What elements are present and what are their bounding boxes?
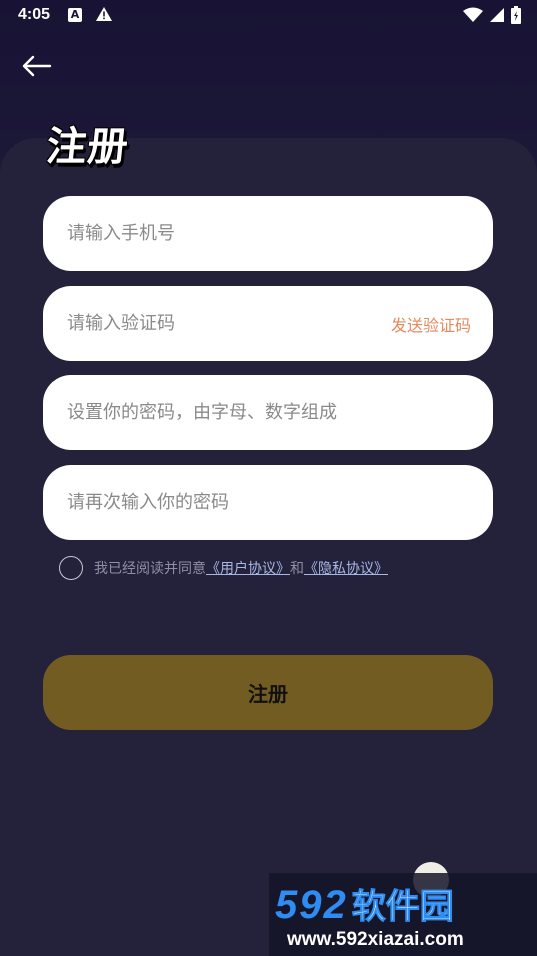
send-code-button[interactable]: 发送验证码 [391,312,471,336]
agreement-conjunction: 和 [290,561,304,577]
page-title: 注册 [44,124,131,170]
watermark-name: 软件园 [351,887,454,928]
phone-input[interactable] [65,222,369,245]
watermark: 592 软件园 www.592xiazai.com [269,873,537,956]
watermark-url: www.592xiazai.com [287,929,464,950]
password-input[interactable] [65,401,469,424]
agreement-prefix: 我已经阅读并同意 [94,561,206,577]
user-agreement-link[interactable]: 《用户协议》 [206,558,290,578]
wifi-icon [463,7,483,27]
register-button[interactable]: 注册 [43,655,493,730]
battery-icon [511,6,521,28]
status-time: 4:05 [18,6,51,23]
a-notification-icon: A [68,8,82,22]
agreement-checkbox[interactable] [59,556,83,580]
privacy-policy-link[interactable]: 《隐私协议》 [304,558,388,578]
watermark-number: 592 [275,883,348,927]
phone-field[interactable] [43,196,493,271]
confirm-password-field[interactable] [43,465,493,540]
status-icons [463,6,521,28]
confirm-password-input[interactable] [65,491,369,514]
verification-code-input[interactable] [65,312,369,335]
status-bar: 4:05 A [0,0,537,32]
back-arrow-icon[interactable] [20,52,52,80]
agreement-row: 我已经阅读并同意 《用户协议》 和 《隐私协议》 [59,556,388,580]
warning-icon [95,6,113,26]
verification-code-field[interactable]: 发送验证码 [43,286,493,361]
password-field[interactable] [43,375,493,450]
signal-icon [489,7,505,27]
